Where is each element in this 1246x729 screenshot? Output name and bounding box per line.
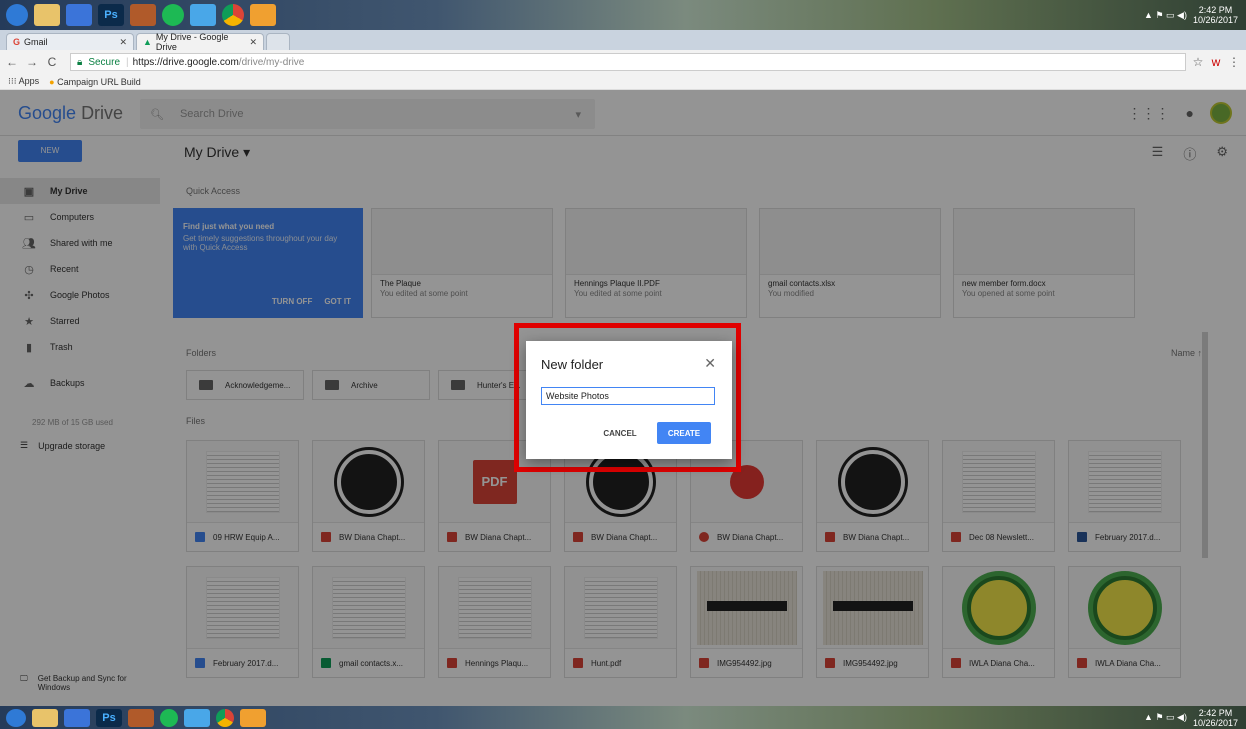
clock-time: 2:42 PM: [1198, 5, 1233, 15]
misc-app-icon[interactable]: [128, 708, 154, 727]
extension-icon[interactable]: w: [1208, 55, 1224, 69]
tab-label: Gmail: [24, 37, 48, 47]
dropbox-icon[interactable]: [66, 4, 92, 26]
system-tray: ▲ ⚑ ▭ ◀) 2:42 PM 10/26/2017: [1144, 0, 1238, 30]
url-path: /drive/my-drive: [238, 56, 305, 68]
photoshop-icon[interactable]: Ps: [96, 708, 122, 727]
clock-date: 10/26/2017: [1192, 15, 1238, 25]
clock-date: 10/26/2017: [1192, 717, 1238, 728]
browser-toolbar: ← → C 🔒︎ Secure | https://drive.google.c…: [0, 50, 1246, 74]
chrome-icon[interactable]: [216, 708, 234, 727]
system-tray: ▲ ⚑ ▭ ◀) 2:42 PM 10/26/2017: [1144, 706, 1238, 729]
bookmark-campaign-url-builder[interactable]: ● Campaign URL Build: [49, 77, 141, 87]
bookmark-apps[interactable]: ⁝⁝⁝ Apps: [8, 76, 39, 87]
tab-gmail[interactable]: G Gmail ✕: [6, 33, 134, 50]
photoshop-icon[interactable]: Ps: [98, 4, 124, 26]
reload-icon[interactable]: C: [44, 55, 60, 69]
back-icon[interactable]: ←: [4, 55, 20, 69]
lock-icon: 🔒︎: [77, 56, 83, 68]
chrome-menu-icon[interactable]: ⋮: [1226, 55, 1242, 69]
apps-grid-icon: ⁝⁝⁝: [8, 76, 17, 86]
clock[interactable]: 2:42 PM 10/26/2017: [1193, 5, 1238, 25]
close-tab-icon[interactable]: ✕: [119, 37, 127, 48]
dialog-title: New folder: [541, 357, 604, 372]
tab-label: My Drive - Google Drive: [155, 32, 229, 52]
bookmark-star-icon[interactable]: ☆: [1190, 55, 1206, 69]
misc-app-icon[interactable]: [130, 4, 156, 26]
cancel-button[interactable]: CANCEL: [598, 422, 642, 444]
create-button[interactable]: CREATE: [657, 422, 711, 444]
tab-google-drive[interactable]: ▲ My Drive - Google Drive ✕: [136, 32, 264, 52]
screen: Ps ▲ ⚑ ▭ ◀) 2:42 PM 10/26/2017 G Gmail ✕…: [0, 0, 1246, 729]
close-tab-icon[interactable]: ✕: [249, 37, 257, 48]
windows-taskbar-top: Ps ▲ ⚑ ▭ ◀) 2:42 PM 10/26/2017: [0, 0, 1246, 30]
new-folder-dialog: New folder ✕ CANCEL CREATE: [526, 341, 732, 459]
windows-taskbar-bottom: Ps ▲ ⚑ ▭ ◀) 2:42 PM 10/26/2017: [0, 706, 1246, 729]
clock-time: 2:42 PM: [1198, 707, 1233, 718]
ie-icon[interactable]: [190, 4, 216, 26]
close-icon[interactable]: ✕: [704, 355, 716, 372]
browser-tabstrip: G Gmail ✕ ▲ My Drive - Google Drive ✕: [0, 30, 1246, 52]
drive-favicon-icon: ▲: [143, 37, 152, 47]
forward-icon[interactable]: →: [24, 55, 40, 69]
clock[interactable]: 2:42 PM 10/26/2017: [1193, 708, 1238, 728]
address-bar[interactable]: 🔒︎ Secure | https://drive.google.com/dri…: [70, 53, 1186, 71]
outlook-icon[interactable]: [250, 4, 276, 26]
bookmark-label: Apps: [18, 76, 40, 86]
ie-icon[interactable]: [184, 708, 210, 727]
dropbox-icon[interactable]: [64, 708, 90, 727]
outlook-icon[interactable]: [240, 708, 266, 727]
new-tab-button[interactable]: [266, 33, 290, 50]
file-explorer-icon[interactable]: [32, 708, 58, 727]
windows-start-icon[interactable]: [6, 708, 26, 727]
bookmark-favicon-icon: ●: [49, 76, 55, 87]
bookmark-label: Campaign URL Build: [57, 76, 141, 87]
chrome-icon[interactable]: [222, 4, 244, 26]
gmail-icon: G: [13, 37, 21, 47]
secure-label: Secure: [88, 56, 121, 68]
folder-name-input[interactable]: [541, 387, 715, 405]
windows-start-icon[interactable]: [6, 4, 28, 26]
bookmarks-bar: ⁝⁝⁝ Apps ● Campaign URL Build: [0, 74, 1246, 90]
spotify-icon[interactable]: [162, 4, 184, 26]
tray-icons[interactable]: ▲ ⚑ ▭ ◀): [1144, 10, 1187, 21]
spotify-icon[interactable]: [160, 708, 178, 727]
tray-icons[interactable]: ▲ ⚑ ▭ ◀): [1144, 712, 1187, 723]
url-host: https://drive.google.com: [132, 56, 239, 68]
file-explorer-icon[interactable]: [34, 4, 60, 26]
